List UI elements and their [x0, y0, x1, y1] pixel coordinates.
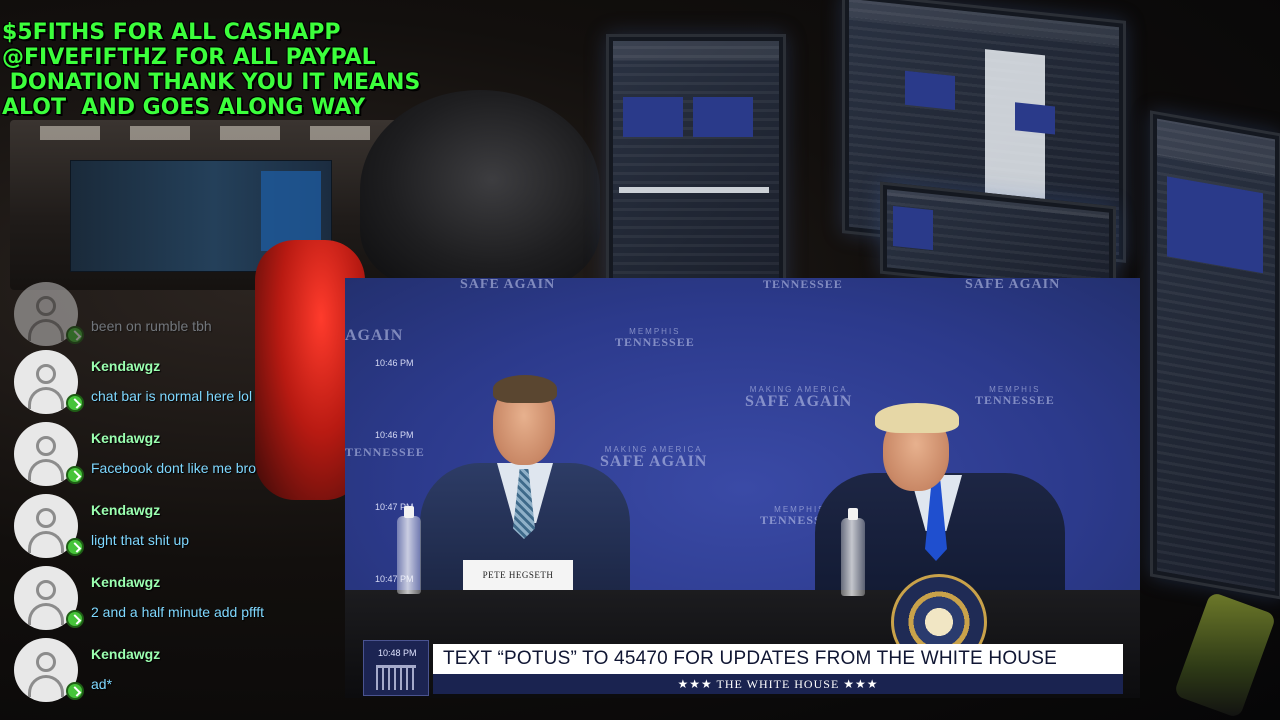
lower-third-time: 10:48 PM [378, 648, 417, 658]
timestamp: 10:46 PM [375, 430, 414, 440]
chat-message: Kendawgz chat bar is normal here lol [14, 350, 344, 414]
chat-message: Kendawgz Facebook dont like me bro [14, 422, 344, 486]
donation-line: @FIVEFIFTHZ FOR ALL PAYPAL [2, 45, 376, 70]
background-monitor-1 [606, 34, 786, 290]
water-bottle [841, 508, 865, 596]
backdrop-text: MEMPHIS TENNESSEE [615, 328, 695, 349]
donation-line: ALOT AND GOES ALONG WAY [2, 95, 366, 120]
main-video-player[interactable]: SAFE AGAIN TENNESSEE SAFE AGAIN AGAIN ME… [345, 278, 1140, 698]
water-bottle [397, 506, 421, 594]
chat-overlay: been on rumble tbh Kendawgz chat bar is … [0, 280, 345, 720]
chat-username: Kendawgz [91, 502, 161, 518]
chat-message: been on rumble tbh [14, 282, 344, 346]
backdrop-text: TENNESSEE [763, 278, 843, 291]
backdrop-text: TENNESSEE [345, 445, 425, 459]
chat-message: Kendawgz ad* [14, 638, 344, 702]
streamer-helmet [255, 90, 600, 500]
chat-username: Kendawgz [91, 358, 161, 374]
online-check-icon [66, 682, 84, 700]
chat-text: 2 and a half minute add pffft [91, 604, 265, 620]
timestamp: 10:46 PM [375, 358, 414, 368]
backdrop-text: TENNESSEE [615, 335, 695, 349]
lower-third-subtitle: ★★★ THE WHITE HOUSE ★★★ [433, 674, 1123, 694]
online-check-icon [66, 394, 84, 412]
chat-username: Kendawgz [91, 430, 161, 446]
backdrop-text: AGAIN [345, 327, 404, 344]
nameplate: PETE HEGSETH [463, 560, 573, 590]
donation-line: $5FITHS FOR ALL CASHAPP [2, 20, 341, 45]
online-check-icon [66, 538, 84, 556]
chat-text: been on rumble tbh [91, 318, 212, 334]
donation-overlay: $5FITHS FOR ALL CASHAPP @FIVEFIFTHZ FOR A… [2, 20, 472, 120]
online-check-icon [66, 610, 84, 628]
backdrop-text: SAFE AGAIN [460, 278, 556, 292]
chat-message: Kendawgz 2 and a half minute add pffft [14, 566, 344, 630]
chat-text: Facebook dont like me bro [91, 460, 256, 476]
chat-message: Kendawgz light that shit up [14, 494, 344, 558]
donation-line: DONATION THANK YOU IT MEANS [2, 70, 421, 95]
background-monitor-4 [1150, 110, 1280, 600]
studio-lights [40, 126, 420, 140]
chat-text: ad* [91, 676, 113, 692]
phone [1173, 591, 1277, 719]
backdrop-text: SAFE AGAIN [965, 278, 1061, 292]
lower-third-headline: TEXT “POTUS” TO 45470 FOR UPDATES FROM T… [433, 644, 1123, 674]
white-house-logo-icon: 10:48 PM [363, 640, 429, 696]
lower-third: 10:48 PM TEXT “POTUS” TO 45470 FOR UPDAT… [363, 640, 1123, 696]
chat-text: chat bar is normal here lol [91, 388, 253, 404]
online-check-icon [66, 326, 84, 344]
online-check-icon [66, 466, 84, 484]
chat-username: Kendawgz [91, 646, 161, 662]
chat-username: Kendawgz [91, 574, 161, 590]
chat-text: light that shit up [91, 532, 190, 548]
